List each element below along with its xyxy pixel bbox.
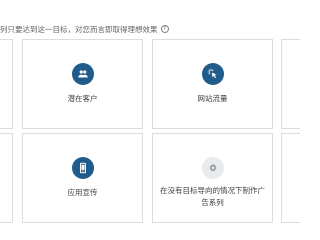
goal-instructions: 列只要达到这一目标，对您而言即取得理想效果 ? bbox=[0, 22, 169, 36]
goal-card-partial-left-top[interactable] bbox=[0, 39, 13, 129]
goal-card-website-traffic-label: 网站流量 bbox=[197, 94, 228, 103]
goal-card-partial-right-bottom[interactable] bbox=[281, 133, 300, 223]
goal-card-app-promotion[interactable]: 应用宣传 bbox=[22, 133, 143, 223]
goal-card-leads-label: 潜在客户 bbox=[67, 94, 98, 103]
goal-card-no-goal[interactable]: 在没有目标导向的情况下制作广告系列 bbox=[152, 133, 273, 223]
goal-card-app-promotion-label: 应用宣传 bbox=[67, 188, 98, 197]
people-icon bbox=[71, 63, 94, 85]
goal-selection-panel: 列只要达到这一目标，对您而言即取得理想效果 ? 潜在客户 网站流量 应用宣传 在… bbox=[0, 0, 300, 240]
goal-card-leads[interactable]: 潜在客户 bbox=[22, 39, 143, 129]
goal-card-website-traffic[interactable]: 网站流量 bbox=[152, 39, 273, 129]
goal-instructions-text: 列只要达到这一目标，对您而言即取得理想效果 bbox=[0, 24, 158, 34]
goal-card-partial-right-top[interactable] bbox=[281, 39, 300, 129]
goal-card-partial-left-bottom[interactable] bbox=[0, 133, 13, 223]
gear-icon bbox=[201, 157, 224, 179]
cursor-click-icon bbox=[201, 63, 224, 85]
mobile-phone-icon bbox=[71, 157, 94, 179]
goal-card-no-goal-label: 在没有目标导向的情况下制作广告系列 bbox=[160, 186, 265, 207]
help-circle-icon[interactable]: ? bbox=[160, 25, 169, 33]
